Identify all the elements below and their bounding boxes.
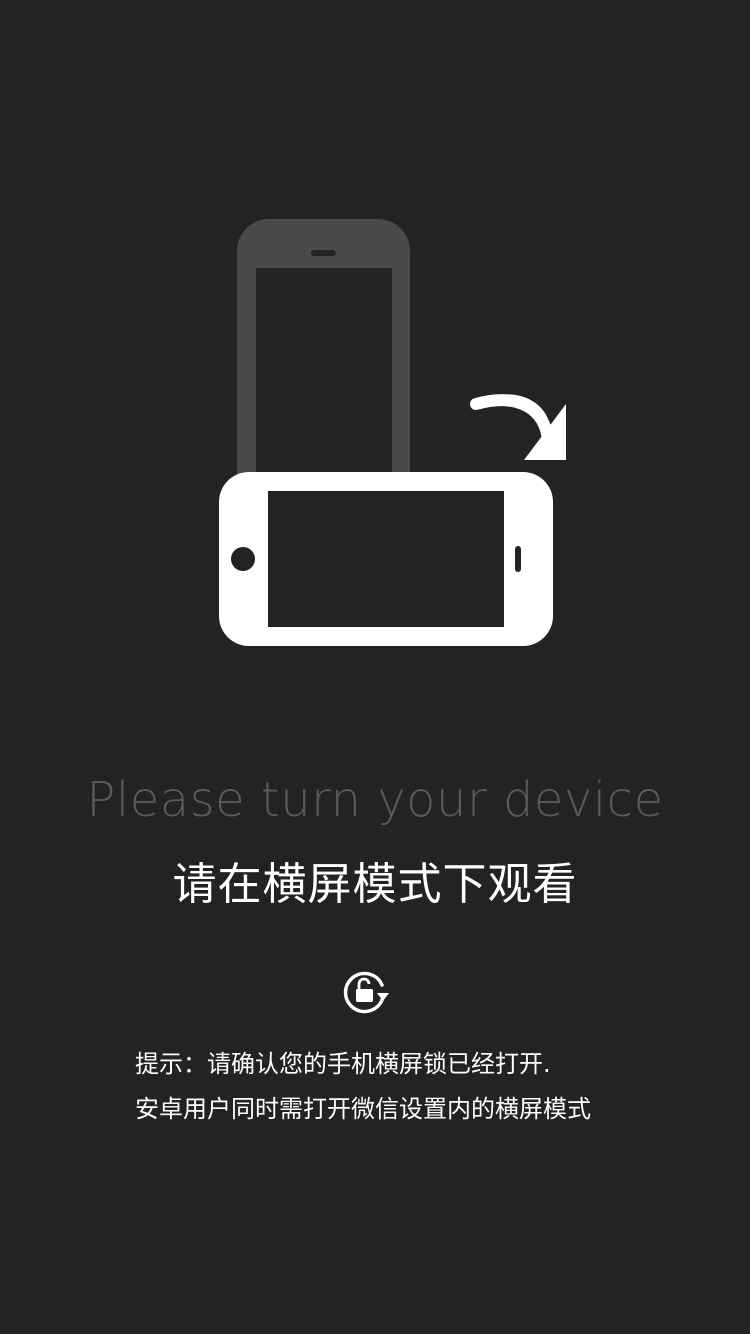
orientation-lock-icon <box>343 971 389 1014</box>
headline-english: Please turn your device <box>86 772 664 828</box>
curved-arrow-icon <box>470 394 566 460</box>
rotate-phone-illustration <box>219 219 566 646</box>
headline-chinese: 请在横屏模式下观看 <box>172 859 578 910</box>
tips-line-1: 提示：请确认您的手机横屏锁已经打开. <box>135 1050 551 1078</box>
tips-text: 提示：请确认您的手机横屏锁已经打开. 安卓用户同时需打开微信设置内的横屏模式 <box>135 1042 695 1132</box>
tips-line-2: 安卓用户同时需打开微信设置内的横屏模式 <box>135 1095 591 1123</box>
landscape-phone-icon <box>219 472 553 646</box>
